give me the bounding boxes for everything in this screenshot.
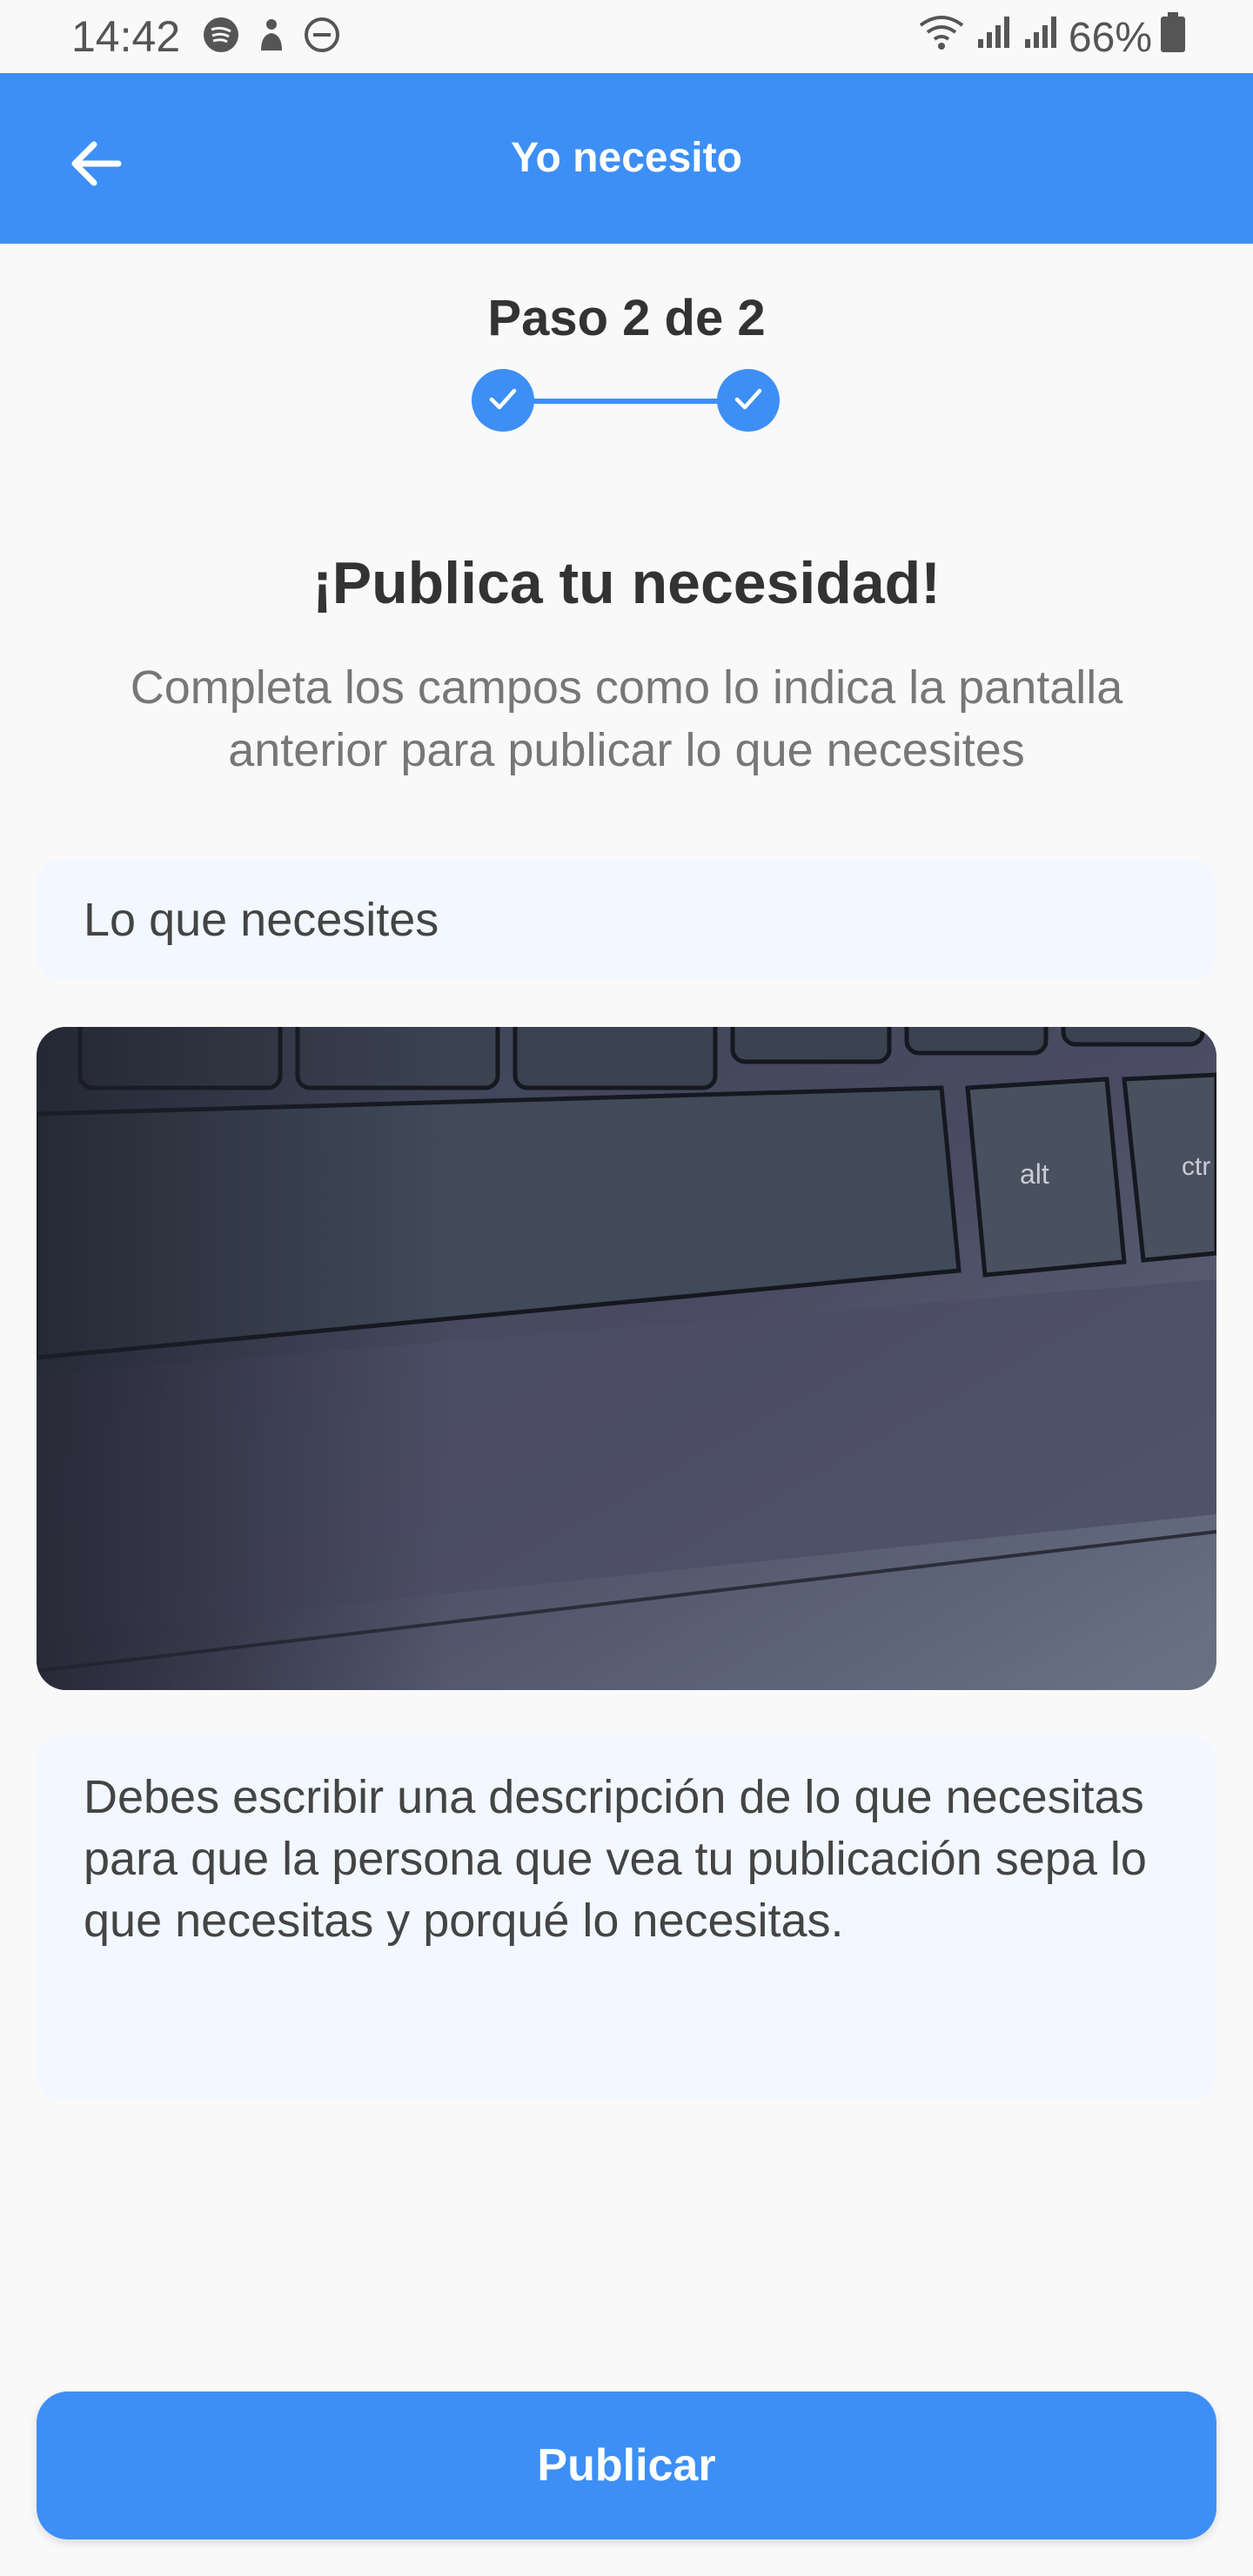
step-1-complete: [472, 369, 534, 432]
signal-icon: [1022, 13, 1060, 63]
status-notification-icons: [202, 16, 341, 58]
headline: ¡Publica tu necesidad!: [312, 550, 941, 616]
need-title-input[interactable]: Lo que necesites: [37, 860, 1216, 980]
keyboard-photo-illustration: alt ctr: [37, 1027, 1216, 1690]
check-icon: [486, 381, 520, 420]
keyboard-photo[interactable]: alt ctr: [37, 1027, 1216, 1690]
step-label: Paso 2 de 2: [487, 290, 766, 346]
wifi-icon: [917, 13, 966, 63]
page-title: Yo necesito: [511, 135, 742, 181]
check-icon: [731, 381, 766, 420]
status-time: 14:42: [71, 12, 181, 61]
status-system-icons: 66%: [917, 12, 1185, 64]
battery-icon: [1161, 12, 1185, 64]
back-button[interactable]: [52, 122, 139, 209]
signal-icon: [975, 13, 1013, 63]
spotify-icon: [202, 16, 240, 58]
arrow-left-icon: [68, 136, 124, 196]
publish-button[interactable]: Publicar: [37, 2392, 1216, 2539]
notification-icon: [252, 16, 291, 58]
subheading: Completa los campos como lo indica la pa…: [130, 661, 1123, 776]
do-not-disturb-icon: [303, 16, 341, 58]
step-connector: [533, 399, 720, 404]
step-progress: [472, 369, 781, 433]
description-textarea[interactable]: Debes escribir una descripción de lo que…: [37, 1735, 1216, 2099]
step-2-complete: [717, 369, 780, 432]
app-bar: Yo necesito: [0, 73, 1253, 244]
battery-percentage: 66%: [1068, 14, 1152, 61]
status-bar: 14:42 66%: [0, 0, 1253, 73]
